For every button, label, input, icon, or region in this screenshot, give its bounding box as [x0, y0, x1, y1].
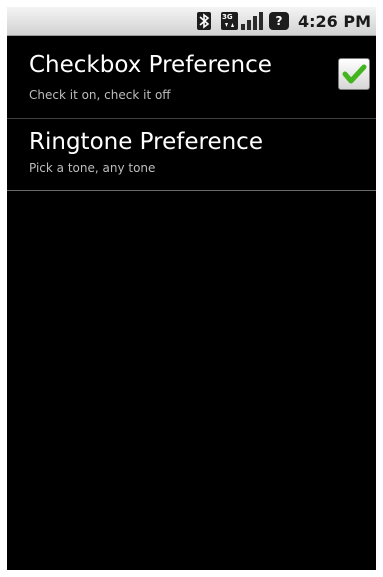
checkbox-preference-summary: Check it on, check it off: [29, 88, 171, 102]
status-bar: 3G ? 4:26 PM: [7, 7, 376, 36]
ringtone-preference-summary: Pick a tone, any tone: [29, 161, 156, 175]
unknown-notification-icon: ?: [269, 12, 289, 30]
signal-strength-icon: [241, 12, 264, 30]
check-icon: [342, 64, 367, 84]
checkbox-preference-title: Checkbox Preference: [29, 52, 272, 78]
checkbox-preference-checkbox[interactable]: [338, 58, 370, 90]
bluetooth-icon: [197, 12, 211, 30]
checkbox-preference-row[interactable]: Checkbox Preference Check it on, check i…: [7, 37, 376, 118]
preference-screen: 3G ? 4:26 PM Checkbox Preference Check i…: [7, 7, 376, 570]
ringtone-preference-row[interactable]: Ringtone Preference Pick a tone, any ton…: [7, 119, 376, 190]
status-clock: 4:26 PM: [297, 12, 371, 31]
ringtone-preference-title: Ringtone Preference: [29, 129, 263, 155]
row-divider: [7, 190, 376, 191]
3g-data-icon: 3G: [221, 12, 238, 30]
